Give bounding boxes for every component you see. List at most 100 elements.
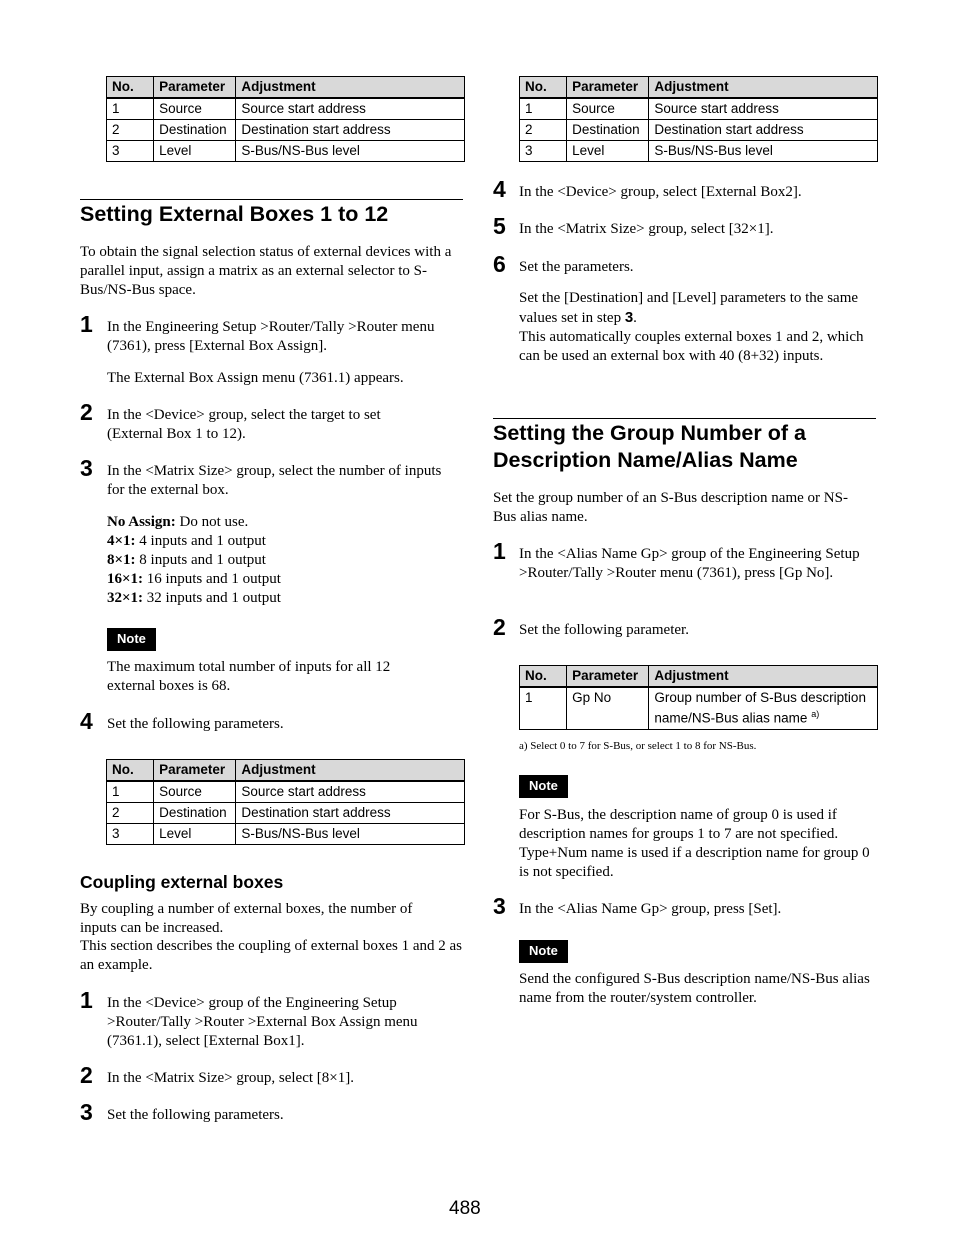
cell-parameter: Destination — [153, 119, 237, 141]
step-number: 2 — [493, 614, 506, 640]
parameter-table-top-right: No. Parameter Adjustment 1 Source Source… — [518, 76, 878, 162]
matrix-option: 32×1: 32 inputs and 1 output — [107, 590, 281, 606]
table-header-row: No. Parameter Adjustment — [518, 665, 878, 688]
step-number: 1 — [493, 538, 506, 564]
page-number: 488 — [449, 1198, 481, 1219]
step-number: 4 — [493, 176, 506, 202]
section-intro: Set the group number of an S-Bus descrip… — [493, 490, 848, 525]
step-text: In the <Matrix Size> group, select [8×1]… — [107, 1070, 354, 1086]
matrix-option: No Assign: Do not use. — [107, 514, 249, 530]
note-badge: Note — [519, 775, 568, 798]
section-title-group-number: Setting the Group Number of a Descriptio… — [493, 421, 806, 472]
cell-adjustment: S-Bus/NS-Bus level — [235, 823, 465, 845]
header-no: No. — [518, 665, 568, 688]
parameter-table-step4: No. Parameter Adjustment 1 Source Source… — [105, 759, 465, 845]
step-text: In the Engineering Setup >Router/Tally >… — [107, 319, 435, 354]
coupling-intro-1: By coupling a number of external boxes, … — [80, 901, 413, 936]
cell-adjustment: S-Bus/NS-Bus level — [648, 140, 878, 162]
note-text: The maximum total number of inputs for a… — [107, 659, 391, 694]
step-text: Set the following parameters. — [107, 1107, 284, 1123]
matrix-option: 16×1: 16 inputs and 1 output — [107, 571, 281, 587]
step-text: Set the following parameter. — [519, 622, 689, 638]
table-row: 1 Gp No Group number of S-Bus descriptio… — [518, 686, 878, 730]
header-parameter: Parameter — [153, 759, 237, 782]
header-no: No. — [105, 76, 155, 99]
step6-detail: Set the [Destination] and [Level] parame… — [519, 290, 864, 364]
parameter-table-gp-no: No. Parameter Adjustment 1 Gp No Group n… — [518, 665, 878, 730]
matrix-option: 4×1: 4 inputs and 1 output — [107, 533, 266, 549]
table-row: 3 Level S-Bus/NS-Bus level — [105, 823, 465, 845]
section-intro: To obtain the signal selection status of… — [80, 244, 452, 298]
step-text: In the <Device> group, select the target… — [107, 407, 381, 442]
section-divider — [493, 418, 876, 419]
header-adjustment: Adjustment — [235, 759, 465, 782]
cell-parameter: Gp No — [566, 686, 650, 730]
step-text: In the <Device> group, select [External … — [519, 184, 802, 200]
header-parameter: Parameter — [153, 76, 237, 99]
step-number: 3 — [80, 455, 93, 481]
matrix-option: 8×1: 8 inputs and 1 output — [107, 552, 266, 568]
header-no: No. — [105, 759, 155, 782]
cell-adjustment: Source start address — [235, 97, 465, 120]
cell-adjustment: S-Bus/NS-Bus level — [235, 140, 465, 162]
step-text: In the <Alias Name Gp> group, press [Set… — [519, 901, 782, 917]
cell-parameter: Destination — [566, 119, 650, 141]
table-row: 2 Destination Destination start address — [105, 802, 465, 824]
step-number: 1 — [80, 311, 93, 337]
note-badge: Note — [519, 940, 568, 963]
section-title-external-boxes: Setting External Boxes 1 to 12 — [80, 202, 389, 226]
header-parameter: Parameter — [566, 665, 650, 688]
cell-no: 1 — [518, 686, 568, 730]
step-reference: 3 — [624, 309, 634, 326]
step-text: Set the parameters. — [519, 259, 634, 275]
step-text: In the <Alias Name Gp> group of the Engi… — [519, 546, 860, 581]
cell-parameter: Source — [566, 97, 650, 120]
step-number: 5 — [493, 213, 506, 239]
step-text: In the <Matrix Size> group, select the n… — [107, 463, 442, 498]
cell-adjustment: Source start address — [648, 97, 878, 120]
cell-parameter: Source — [153, 780, 237, 803]
step-number: 1 — [80, 987, 93, 1013]
table-row: 1 Source Source start address — [518, 97, 878, 120]
subsection-title-coupling: Coupling external boxes — [80, 872, 284, 892]
note-text: For S-Bus, the description name of group… — [519, 807, 870, 880]
footnote-marker: a) — [811, 709, 820, 719]
cell-no: 1 — [518, 97, 568, 120]
header-adjustment: Adjustment — [235, 76, 465, 99]
cell-parameter: Level — [153, 823, 237, 845]
table-row: 3 Level S-Bus/NS-Bus level — [105, 140, 465, 162]
step-text: Set the following parameters. — [107, 716, 284, 732]
cell-no: 2 — [518, 119, 568, 141]
cell-no: 3 — [518, 140, 568, 162]
table-row: 2 Destination Destination start address — [105, 119, 465, 141]
note-badge: Note — [107, 628, 156, 651]
cell-parameter: Level — [153, 140, 237, 162]
cell-no: 3 — [105, 823, 155, 845]
parameter-table-top-left: No. Parameter Adjustment 1 Source Source… — [105, 76, 465, 162]
matrix-options-list: No Assign: Do not use. 4×1: 4 inputs and… — [107, 513, 465, 608]
step-number: 6 — [493, 251, 506, 277]
cell-adjustment: Source start address — [235, 780, 465, 803]
table-row: 1 Source Source start address — [105, 97, 465, 120]
cell-adjustment: Destination start address — [648, 119, 878, 141]
step-number: 2 — [80, 399, 93, 425]
table-row: 1 Source Source start address — [105, 780, 465, 803]
step-number: 3 — [80, 1099, 93, 1125]
cell-adjustment: Destination start address — [235, 119, 465, 141]
cell-adjustment: Group number of S-Bus description name/N… — [648, 686, 878, 730]
step-number: 2 — [80, 1062, 93, 1088]
note-text: Send the configured S-Bus description na… — [519, 971, 870, 1006]
step-number: 3 — [493, 893, 506, 919]
header-adjustment: Adjustment — [648, 665, 878, 688]
cell-parameter: Level — [566, 140, 650, 162]
table-header-row: No. Parameter Adjustment — [105, 76, 465, 99]
table-header-row: No. Parameter Adjustment — [105, 759, 465, 782]
header-no: No. — [518, 76, 568, 99]
table-row: 3 Level S-Bus/NS-Bus level — [518, 140, 878, 162]
table-row: 2 Destination Destination start address — [518, 119, 878, 141]
cell-no: 1 — [105, 97, 155, 120]
cell-adjustment: Destination start address — [235, 802, 465, 824]
header-parameter: Parameter — [566, 76, 650, 99]
header-adjustment: Adjustment — [648, 76, 878, 99]
cell-parameter: Source — [153, 97, 237, 120]
